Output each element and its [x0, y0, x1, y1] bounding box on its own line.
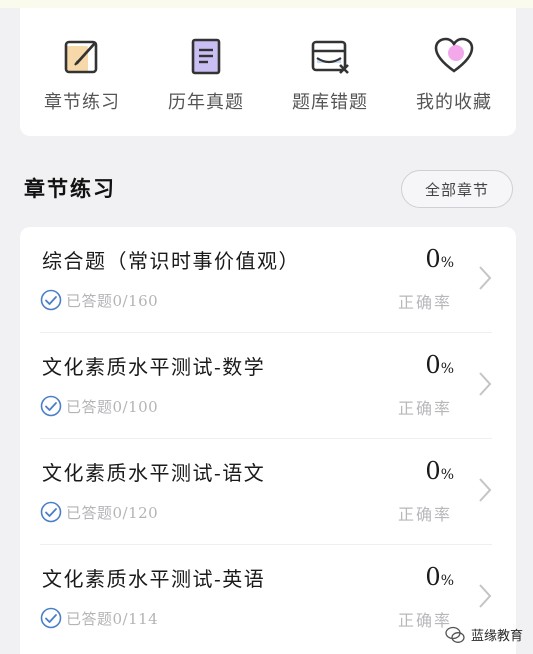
- chapter-title: 文化素质水平测试-英语: [42, 567, 266, 591]
- answered-text: 已答题0/100: [66, 397, 159, 416]
- chevron-right-icon: [479, 584, 492, 608]
- accuracy-value: 0%: [425, 245, 454, 273]
- chevron-right-icon: [479, 478, 492, 502]
- chevron-right-icon: [479, 372, 492, 396]
- chapter-row[interactable]: 综合题（常识时事价值观） 已答题0/160 0% 正确率: [20, 227, 516, 333]
- quick-item-label: 历年真题: [168, 92, 244, 113]
- accuracy-label: 正确率: [397, 505, 452, 524]
- check-circle-icon: [40, 501, 62, 523]
- document-icon: [191, 38, 221, 75]
- heart-icon: [434, 37, 474, 73]
- chapter-title: 文化素质水平测试-数学: [42, 355, 266, 379]
- watermark-text: 蓝缘教育: [470, 629, 523, 644]
- quick-item-chapter-practice[interactable]: 章节练习: [20, 8, 144, 136]
- accuracy-value: 0%: [425, 351, 454, 379]
- edit-note-icon: [64, 40, 98, 74]
- quick-item-favorites[interactable]: 我的收藏: [392, 8, 516, 136]
- chevron-right-icon: [479, 266, 492, 290]
- check-circle-icon: [40, 289, 62, 311]
- answered-count: 已答题0/114: [40, 605, 158, 631]
- chapter-title: 文化素质水平测试-语文: [42, 461, 266, 485]
- quick-item-label: 题库错题: [292, 92, 368, 113]
- top-strip: [0, 0, 533, 8]
- chapter-row[interactable]: 文化素质水平测试-数学 已答题0/100 0% 正确率: [20, 333, 516, 439]
- answered-count: 已答题0/100: [40, 393, 158, 419]
- quick-menu-card: 章节练习 历年真题 题库错题 我的收藏: [20, 8, 516, 136]
- quick-item-label: 章节练习: [44, 92, 120, 113]
- chapter-title: 综合题（常识时事价值观）: [42, 249, 300, 273]
- accuracy-value: 0%: [425, 563, 454, 591]
- check-circle-icon: [40, 607, 62, 629]
- all-chapters-button[interactable]: 全部章节: [401, 170, 513, 208]
- answered-text: 已答题0/114: [66, 609, 159, 628]
- answered-count: 已答题0/120: [40, 499, 158, 525]
- quick-item-label: 我的收藏: [416, 92, 492, 113]
- chapter-row[interactable]: 文化素质水平测试-英语 已答题0/114 0% 正确率: [20, 545, 516, 651]
- wrong-questions-icon: [311, 40, 349, 74]
- answered-count: 已答题0/160: [40, 287, 158, 313]
- chapter-list: 综合题（常识时事价值观） 已答题0/160 0% 正确率 文化素质水平测试-数学…: [20, 227, 516, 654]
- check-circle-icon: [40, 395, 62, 417]
- accuracy-label: 正确率: [397, 399, 452, 418]
- accuracy-label: 正确率: [397, 293, 452, 312]
- watermark: 蓝缘教育: [445, 625, 523, 644]
- answered-text: 已答题0/120: [66, 503, 159, 522]
- accuracy-label: 正确率: [397, 611, 452, 630]
- quick-item-wrong-questions[interactable]: 题库错题: [268, 8, 392, 136]
- answered-text: 已答题0/160: [66, 291, 159, 310]
- quick-item-past-exams[interactable]: 历年真题: [144, 8, 268, 136]
- chapter-row[interactable]: 文化素质水平测试-语文 已答题0/120 0% 正确率: [20, 439, 516, 545]
- wechat-icon: [445, 626, 465, 643]
- accuracy-value: 0%: [425, 457, 454, 485]
- section-title: 章节练习: [24, 176, 116, 201]
